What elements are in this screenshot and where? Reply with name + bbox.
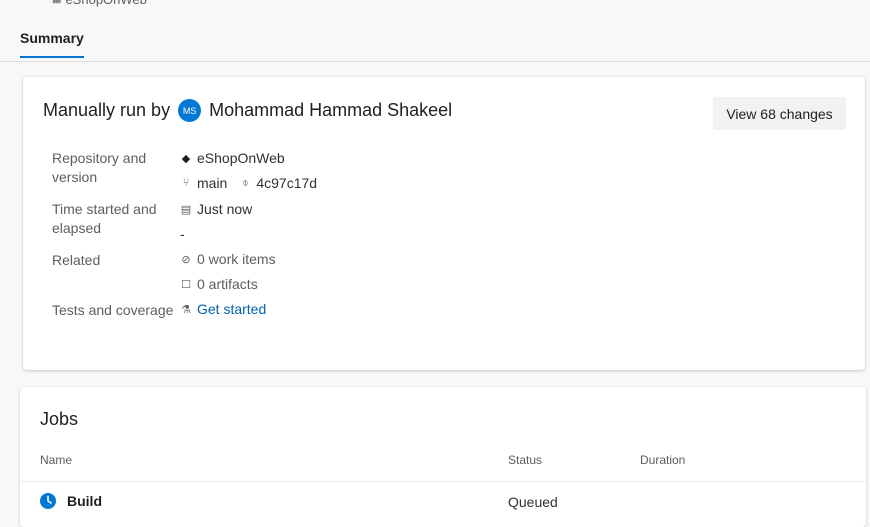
commit-hash[interactable]: 4c97c17d (256, 175, 317, 191)
work-items[interactable]: ⊘ 0 work items (180, 251, 276, 267)
tab-summary[interactable]: Summary (20, 30, 84, 58)
column-header-name: Name (40, 453, 73, 467)
jobs-title: Jobs (40, 409, 79, 429)
avatar[interactable]: MS (178, 99, 202, 122)
column-header-duration: Duration (640, 453, 686, 467)
artifacts-text: 0 artifacts (197, 276, 258, 292)
jobs-card: Jobs Name Status Duration Build Queued (20, 387, 866, 527)
run-title: Manually run by MS Mohammad Hammad Shake… (43, 99, 452, 122)
elapsed-text: - (180, 226, 185, 242)
time-label: Time started and elapsed (52, 201, 157, 236)
work-item-icon: ⊘ (181, 253, 191, 266)
run-title-prefix: Manually run by (43, 100, 171, 120)
related-label: Related (52, 252, 101, 268)
job-name: Build (67, 493, 102, 509)
artifact-icon: ☐ (181, 278, 191, 291)
jobs-divider (20, 481, 866, 482)
tests-label: Tests and coverage (52, 302, 174, 318)
run-user-name: Mohammad Hammad Shakeel (209, 100, 453, 120)
repo-icon: ◆ (181, 152, 191, 165)
commit-icon: ⌽ (242, 176, 249, 189)
job-status: Queued (508, 494, 558, 510)
tests-coverage: ⚗ Get started (180, 301, 266, 317)
repo-icon: ▦ (52, 0, 61, 5)
breadcrumb[interactable]: ▦ eShopOnWeb (52, 0, 147, 7)
get-started-link[interactable]: Get started (197, 301, 266, 317)
job-row-build[interactable]: Build (40, 493, 102, 509)
clock-icon (40, 493, 56, 509)
time-started: ▤ Just now (180, 201, 252, 217)
repo-name[interactable]: ◆ eShopOnWeb (180, 150, 285, 166)
view-changes-button[interactable]: View 68 changes (713, 97, 846, 130)
tab-divider (0, 61, 870, 62)
elapsed: - (180, 226, 185, 242)
run-summary-card: Manually run by MS Mohammad Hammad Shake… (23, 77, 865, 370)
breadcrumb-repo[interactable]: eShopOnWeb (65, 0, 146, 7)
branch-commit: ⑂ main ⌽ 4c97c17d (180, 175, 317, 191)
time-started-text: Just now (197, 201, 253, 217)
repo-name-text: eShopOnWeb (197, 150, 285, 166)
flask-icon: ⚗ (181, 303, 191, 316)
branch-name[interactable]: main (197, 175, 227, 191)
work-items-text: 0 work items (197, 251, 276, 267)
artifacts[interactable]: ☐ 0 artifacts (180, 276, 258, 292)
column-header-status: Status (508, 453, 543, 467)
git-branch-icon: ⑂ (182, 177, 190, 189)
calendar-icon: ▤ (180, 203, 192, 216)
repo-version-label: Repository and version (52, 150, 147, 185)
